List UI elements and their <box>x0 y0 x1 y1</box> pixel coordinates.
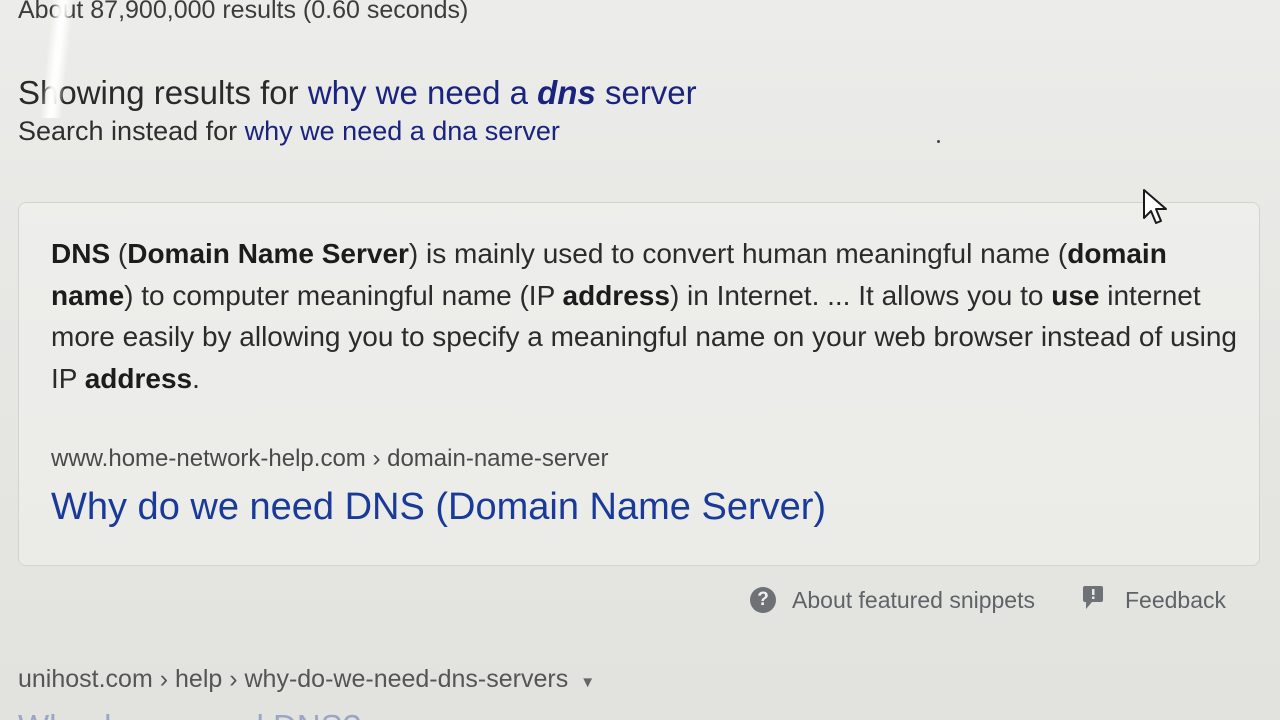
snippet-bold-text: DNS <box>51 238 111 269</box>
original-query-link[interactable]: why we need a dna server <box>245 116 560 146</box>
search-instead-label: Search instead for <box>18 116 245 146</box>
question-circle-icon: ? <box>750 587 777 613</box>
snippet-text-span: ) is mainly used to convert human meanin… <box>408 238 1068 269</box>
spelling-correction: Showing results for why we need a dns se… <box>18 74 697 112</box>
snippet-text-span: ) in Internet. ... It allows you to <box>669 279 1052 311</box>
snippet-bold-text: Domain Name Server <box>127 238 409 269</box>
feedback-label: Feedback <box>1124 586 1226 613</box>
snippet-text-span: . <box>192 362 200 394</box>
snippet-source-url: www.home-network-help.com › domain-name-… <box>51 445 609 472</box>
snippet-bold-text: address <box>84 362 193 394</box>
featured-snippet-text: DNS (Domain Name Server) is mainly used … <box>51 233 1241 399</box>
snippet-title-link[interactable]: Why do we need DNS (Domain Name Server) <box>51 486 826 529</box>
search-instead: Search instead for why we need a dna ser… <box>18 116 560 147</box>
corrected-query-part1: why we need a <box>307 74 538 111</box>
snippet-bold-text: use <box>1051 279 1100 311</box>
next-result-url: unihost.com › help › why-do-we-need-dns-… <box>18 665 569 693</box>
search-results-page: About 87,900,000 results (0.60 seconds) … <box>0 0 1280 720</box>
flag-feedback-icon <box>1081 584 1105 616</box>
snippet-footer: ? About featured snippets Feedback <box>750 584 1226 616</box>
next-result-title-clipped: Why do we need DNS? <box>18 708 378 720</box>
about-featured-snippets-label: About featured snippets <box>792 586 1035 613</box>
next-result-cite[interactable]: unihost.com › help › why-do-we-need-dns-… <box>18 665 595 694</box>
featured-snippet-card: DNS (Domain Name Server) is mainly used … <box>18 202 1260 566</box>
mouse-pointer-icon <box>1142 188 1170 231</box>
next-result-title[interactable]: Why do we need DNS? <box>18 708 378 720</box>
result-stats: About 87,900,000 results (0.60 seconds) <box>18 0 469 24</box>
screen-speck <box>937 140 940 143</box>
corrected-query-bold: dns <box>537 74 596 111</box>
about-featured-snippets-link[interactable]: ? About featured snippets <box>750 587 1035 614</box>
feedback-link[interactable]: Feedback <box>1035 584 1226 616</box>
snippet-bold-text: address <box>562 279 670 311</box>
snippet-text-span: ( <box>110 238 128 269</box>
corrected-query-part2: server <box>595 74 697 111</box>
snippet-text-span: ) to computer meaningful name (IP <box>124 279 563 311</box>
caret-down-icon[interactable]: ▼ <box>580 674 595 691</box>
corrected-query-link[interactable]: why we need a dns server <box>308 74 697 111</box>
